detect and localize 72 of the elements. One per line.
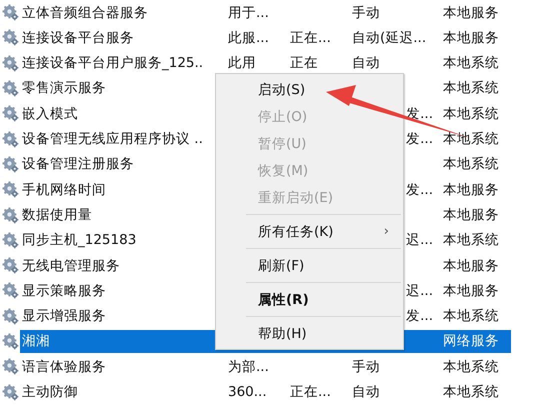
startup-type: 迟...	[406, 282, 433, 299]
menu-item[interactable]: 启动(S)	[216, 76, 403, 103]
logon-account: 本地服务	[443, 282, 499, 299]
gear-icon	[2, 130, 19, 148]
menu-item[interactable]: 帮助(H)	[216, 320, 403, 347]
service-name: 语言体验服务	[22, 358, 106, 375]
service-name: 无线电管理服务	[22, 258, 120, 274]
service-description: 此用	[228, 55, 256, 72]
logon-account: 本地系统	[443, 384, 499, 400]
service-name: 连接设备平台用户服务_125..	[22, 55, 204, 72]
logon-account: 本地服务	[443, 258, 499, 274]
service-name: 设备管理注册服务	[22, 156, 134, 173]
gear-icon	[2, 80, 19, 98]
gear-icon	[2, 105, 19, 122]
gear-icon	[2, 384, 19, 401]
logon-account: 本地系统	[443, 232, 499, 248]
gear-icon	[2, 29, 19, 46]
gear-icon	[2, 156, 19, 173]
startup-type: 手动	[352, 358, 380, 375]
service-name: 同步主机_125183	[22, 232, 136, 248]
logon-account: 本地服务	[443, 206, 499, 224]
startup-type: 手动	[352, 4, 380, 21]
service-description: 此服...	[228, 30, 269, 46]
gear-icon	[2, 4, 19, 22]
gear-icon	[2, 257, 19, 274]
startup-type: 发...	[406, 182, 433, 198]
startup-type: 自动	[352, 384, 380, 400]
service-name: 主动防御	[22, 384, 78, 400]
submenu-arrow: ›	[384, 224, 389, 239]
startup-type: 发...	[406, 131, 433, 148]
gear-icon	[2, 333, 19, 350]
service-status: 正在...	[290, 384, 331, 400]
service-name: 嵌入模式	[22, 106, 78, 122]
logon-account: 本地系统	[443, 156, 499, 173]
logon-account: 本地服务	[443, 30, 499, 46]
service-status: 正在	[290, 55, 318, 72]
menu-item[interactable]: 所有任务(K) ›	[216, 218, 403, 245]
service-name: 连接设备平台服务	[22, 30, 134, 46]
logon-account: 本地系统	[443, 308, 499, 324]
gear-icon	[2, 181, 19, 198]
service-name: 显示增强服务	[22, 308, 106, 324]
service-name: 立体音频组合器服务	[22, 4, 148, 21]
gear-icon	[2, 206, 19, 224]
service-status: 正在...	[290, 30, 331, 46]
service-description: 360...	[228, 384, 267, 400]
logon-account: 本地系统	[443, 106, 499, 122]
gear-icon	[2, 54, 19, 72]
menu-item[interactable]: 刷新(F)	[216, 252, 403, 279]
service-name: 设备管理无线应用程序协议 ..	[22, 131, 203, 148]
logon-account: 网络服务	[443, 333, 499, 350]
startup-type: 发...	[406, 308, 433, 324]
logon-account: 本地服务	[443, 182, 499, 198]
gear-icon	[2, 282, 19, 300]
service-name: 数据使用量	[22, 206, 92, 224]
service-description: 为部...	[228, 358, 269, 375]
startup-type: 自动(延迟...	[352, 30, 426, 46]
logon-account: 本地系统	[443, 131, 499, 148]
logon-account: 本地系统	[443, 55, 499, 72]
logon-account: 本地服务	[443, 4, 499, 21]
logon-account: 本地系统	[443, 358, 499, 375]
gear-icon	[2, 358, 19, 376]
service-description: 用于...	[228, 4, 269, 21]
gear-icon	[2, 308, 19, 325]
gear-icon	[2, 232, 19, 249]
service-name: 湘湘	[22, 333, 50, 350]
startup-type: 迟...	[406, 232, 433, 248]
menu-item[interactable]: 属性(R)	[216, 286, 403, 313]
service-name: 手机网络时间	[22, 182, 106, 198]
logon-account: 本地系统	[443, 80, 499, 97]
startup-type: 自动	[352, 55, 380, 72]
service-name: 显示策略服务	[22, 282, 106, 299]
service-name: 零售演示服务	[22, 80, 106, 97]
